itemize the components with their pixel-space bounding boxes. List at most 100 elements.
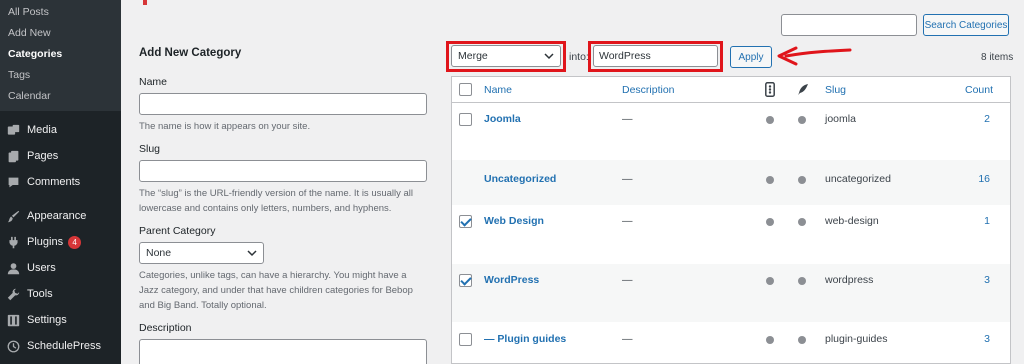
menu-item-pages[interactable]: Pages — [0, 143, 121, 169]
parent-help-line: Categories, unlike tags, can have a hier… — [139, 270, 407, 281]
highlight-box-into — [588, 41, 723, 72]
menu-label: Users — [27, 262, 56, 274]
slug-label: Slug — [139, 143, 161, 155]
highlight-box-action — [446, 41, 566, 72]
category-name-link[interactable]: Uncategorized — [484, 173, 556, 185]
status-dot — [766, 336, 774, 344]
category-count[interactable]: 3 — [960, 274, 990, 286]
menu-label: Tools — [27, 288, 53, 300]
column-name-header[interactable]: Name — [484, 84, 512, 96]
menu-item-media[interactable]: Media — [0, 117, 121, 143]
category-slug: plugin-guides — [825, 333, 888, 345]
table-header: Name Description Slug Count — [452, 77, 1010, 103]
select-all-checkbox[interactable] — [459, 83, 472, 96]
status-dot — [766, 218, 774, 226]
annotation-arrow-icon — [777, 46, 852, 66]
status-dot — [798, 336, 806, 344]
menu-item-users[interactable]: Users — [0, 255, 121, 281]
parent-help-line: and Big Band. Totally optional. — [139, 300, 267, 311]
status-dot — [766, 277, 774, 285]
category-description: — — [622, 173, 633, 185]
column-slug-header[interactable]: Slug — [825, 84, 846, 96]
search-categories-input[interactable] — [781, 14, 917, 36]
table-row: Joomla — joomla 2 — [452, 103, 1010, 160]
slug-help-line: lowercase and contains only letters, num… — [139, 203, 392, 214]
menu-item-plugins[interactable]: Plugins 4 — [0, 229, 121, 255]
row-checkbox[interactable] — [459, 333, 472, 346]
category-count[interactable]: 1 — [960, 215, 990, 227]
category-count[interactable]: 2 — [960, 113, 990, 125]
parent-category-select[interactable]: None — [139, 242, 264, 264]
chevron-down-icon — [247, 250, 257, 257]
parent-help: Categories, unlike tags, can have a hier… — [139, 268, 429, 313]
name-field[interactable] — [139, 93, 427, 115]
category-count[interactable]: 16 — [960, 173, 990, 185]
submenu-add-new[interactable]: Add New — [0, 23, 121, 44]
admin-sidebar: All Posts Add New Categories Tags Calend… — [0, 0, 121, 364]
menu-item-schedulepress[interactable]: SchedulePress — [0, 333, 121, 359]
plugins-icon — [5, 234, 21, 250]
category-count[interactable]: 3 — [960, 333, 990, 345]
name-label: Name — [139, 76, 168, 88]
parent-category-label: Parent Category — [139, 225, 216, 237]
menu-item-comments[interactable]: Comments — [0, 169, 121, 195]
schedulepress-icon — [5, 338, 21, 354]
media-icon — [5, 122, 21, 138]
submenu-all-posts[interactable]: All Posts — [0, 2, 121, 23]
appearance-icon — [5, 208, 21, 224]
menu-item-appearance[interactable]: Appearance — [0, 203, 121, 229]
menu-item-settings[interactable]: Settings — [0, 307, 121, 333]
category-name-link[interactable]: Joomla — [484, 113, 521, 125]
submenu-calendar[interactable]: Calendar — [0, 86, 121, 107]
submenu-categories[interactable]: Categories — [0, 44, 121, 65]
search-categories-button[interactable]: Search Categories — [923, 14, 1009, 36]
submenu-tags[interactable]: Tags — [0, 65, 121, 86]
main-content: Search Categories Add New Category Name … — [121, 0, 1024, 364]
status-dot — [798, 218, 806, 226]
row-checkbox[interactable] — [459, 215, 472, 228]
notice-edge — [143, 0, 147, 5]
categories-table: Name Description Slug Count Joomla — joo… — [451, 76, 1011, 364]
users-icon — [5, 260, 21, 276]
row-checkbox[interactable] — [459, 274, 472, 287]
apply-button[interactable]: Apply — [730, 46, 772, 68]
category-name-link[interactable]: WordPress — [484, 274, 539, 286]
parent-category-value: None — [146, 247, 172, 259]
table-row: — Plugin guides — plugin-guides 3 — [452, 322, 1010, 364]
settings-icon — [5, 312, 21, 328]
pages-icon — [5, 148, 21, 164]
menu-label: Appearance — [27, 210, 87, 222]
feather-icon — [798, 84, 808, 95]
category-slug: joomla — [825, 113, 856, 125]
table-row: WordPress — wordpress 3 — [452, 264, 1010, 322]
items-count: 8 items — [981, 52, 1014, 63]
posts-submenu: All Posts Add New Categories Tags Calend… — [0, 0, 121, 111]
category-description: — — [622, 215, 633, 227]
form-title: Add New Category — [139, 47, 242, 59]
menu-label: Comments — [27, 176, 81, 188]
category-description: — — [622, 333, 633, 345]
menu-label: Settings — [27, 314, 67, 326]
category-slug: web-design — [825, 215, 879, 227]
column-description-header[interactable]: Description — [622, 84, 675, 96]
description-field[interactable] — [139, 339, 427, 364]
comments-icon — [5, 174, 21, 190]
category-name-link[interactable]: Web Design — [484, 215, 544, 227]
posts-count-icon — [765, 82, 775, 97]
slug-field[interactable] — [139, 160, 427, 182]
category-slug: uncategorized — [825, 173, 891, 185]
column-count-header[interactable]: Count — [965, 84, 993, 96]
table-row: Web Design — web-design 1 — [452, 205, 1010, 264]
menu-label: Plugins — [27, 236, 64, 248]
menu-item-tools[interactable]: Tools — [0, 281, 121, 307]
parent-help-line: Jazz category, and under that have child… — [139, 285, 413, 296]
menu-label: SchedulePress — [27, 340, 101, 352]
status-dot — [766, 116, 774, 124]
status-dot — [798, 116, 806, 124]
category-name-link[interactable]: — Plugin guides — [484, 333, 566, 345]
description-label: Description — [139, 322, 192, 334]
row-checkbox[interactable] — [459, 113, 472, 126]
plugins-update-badge: 4 — [68, 235, 82, 249]
into-label: into: — [569, 51, 589, 63]
menu-label: Media — [27, 124, 57, 136]
